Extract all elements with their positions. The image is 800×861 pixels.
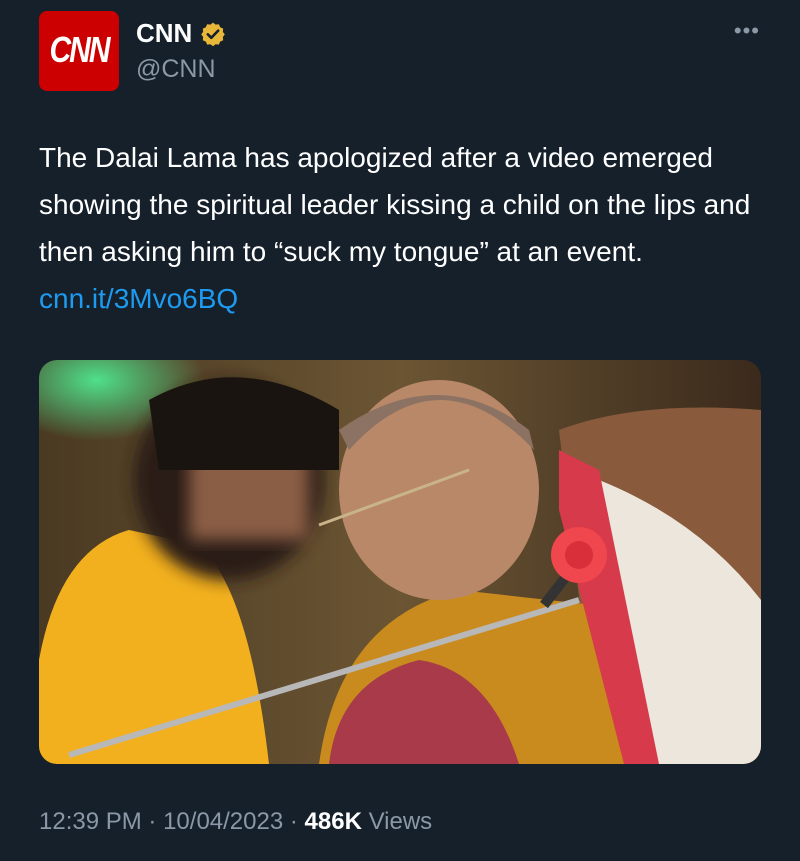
tweet-text: The Dalai Lama has apologized after a vi… xyxy=(39,134,769,322)
avatar[interactable]: CNN xyxy=(39,11,119,91)
tweet-meta: 12:39 PM · 10/04/2023 · 486K Views xyxy=(39,808,432,836)
views-count: 486K xyxy=(304,808,362,835)
views-label: Views xyxy=(368,808,433,835)
tweet-date[interactable]: 10/04/2023 xyxy=(163,808,283,835)
tweet-image[interactable] xyxy=(39,360,761,764)
display-name[interactable]: CNN xyxy=(136,18,192,49)
photo-illustration xyxy=(39,360,761,764)
author-name-row: CNN xyxy=(136,18,226,49)
meta-separator: · xyxy=(148,808,157,835)
author-handle[interactable]: @CNN xyxy=(136,55,216,84)
cnn-logo: CNN xyxy=(49,30,111,71)
more-options-icon[interactable]: ••• xyxy=(734,18,760,44)
verified-badge-icon xyxy=(201,22,226,46)
tweet-link[interactable]: cnn.it/3Mvo6BQ xyxy=(39,283,238,314)
tweet-time[interactable]: 12:39 PM xyxy=(39,808,142,835)
meta-separator: · xyxy=(289,808,298,835)
tweet-body: The Dalai Lama has apologized after a vi… xyxy=(39,142,751,267)
